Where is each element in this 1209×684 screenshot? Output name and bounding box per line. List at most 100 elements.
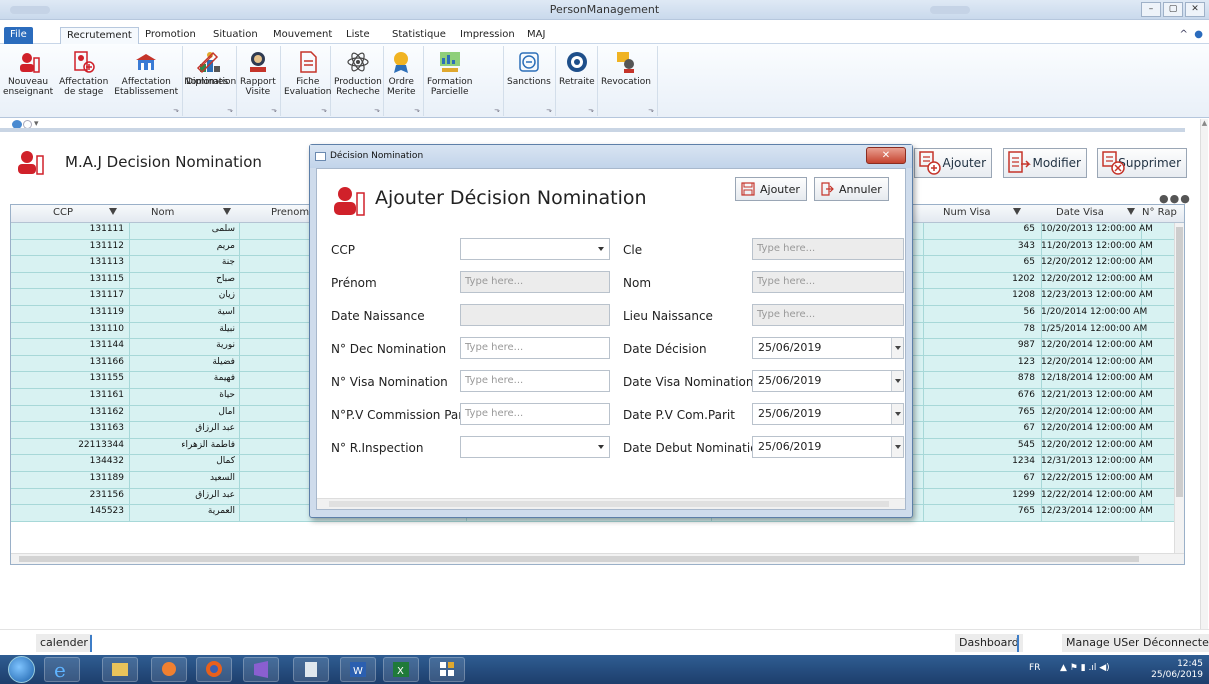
affectation-stage-button[interactable]: Affectation de stage (56, 46, 111, 116)
tray-icons[interactable]: ▲ ⚑ ▮ .ıl ◀) (1060, 663, 1110, 673)
column-header-ccp[interactable]: CCP (53, 207, 73, 218)
grid-vertical-scrollbar[interactable] (1174, 223, 1184, 555)
word-icon[interactable]: W (340, 657, 376, 682)
start-button[interactable] (8, 656, 35, 683)
group-launcher-icon[interactable]: ⬎ (648, 106, 654, 114)
ribbon-collapse-icon[interactable]: ^ ● (1180, 29, 1203, 40)
visual-studio-icon[interactable] (243, 657, 279, 682)
column-separator (239, 272, 240, 289)
scrollbar-thumb[interactable] (1176, 227, 1183, 497)
filter-icon[interactable] (109, 208, 117, 215)
lieu-naissance-field[interactable]: Type here... (752, 304, 904, 326)
diplomes-button[interactable]: Diplomes (183, 46, 231, 116)
add-button[interactable]: Ajouter (914, 148, 992, 178)
nouveau-enseignant-button[interactable]: Nouveau enseignant (0, 46, 56, 116)
dialog-add-button[interactable]: Ajouter (735, 177, 807, 201)
date-decision-picker[interactable]: 25/06/2019 (752, 337, 904, 359)
affectation-etablissement-button[interactable]: Affectation Etablissement (111, 46, 181, 116)
cell-nom: امال (218, 406, 235, 417)
tab-liste[interactable]: Liste (340, 27, 376, 44)
cell-num-visa: 56 (1023, 307, 1035, 317)
calendar-dropdown-icon[interactable] (891, 338, 903, 358)
filter-icon[interactable] (223, 208, 231, 215)
scrollbar-thumb[interactable] (19, 556, 1139, 562)
ribbon-label: Nouveau (8, 77, 49, 87)
ccp-combobox[interactable] (460, 238, 610, 260)
cle-field[interactable]: Type here... (752, 238, 904, 260)
ribbon: Nouveau enseignant Affectation de stage … (0, 44, 1209, 118)
close-button[interactable]: ✕ (1185, 2, 1205, 17)
column-separator (239, 405, 240, 422)
column-separator (129, 272, 130, 289)
n-dec-nomination-field[interactable]: Type here... (460, 337, 610, 359)
n-visa-nomination-field[interactable]: Type here... (460, 370, 610, 392)
column-header-n-rap[interactable]: N° Rap (1142, 207, 1177, 218)
media-player-icon[interactable] (151, 657, 187, 682)
group-launcher-icon[interactable]: ⬎ (173, 106, 179, 114)
nom-field[interactable]: Type here... (752, 271, 904, 293)
help-icon[interactable]: ● (1194, 29, 1203, 40)
delete-button[interactable]: Supprimer (1097, 148, 1187, 178)
calendar-dropdown-icon[interactable] (891, 371, 903, 391)
revocation-button[interactable]: Revocation (598, 46, 654, 116)
dialog-cancel-button[interactable]: Annuler (814, 177, 889, 201)
document-app-icon[interactable] (293, 657, 329, 682)
tab-statistique[interactable]: Statistique (386, 27, 452, 44)
page-user-icon (12, 148, 48, 176)
calendar-dropdown-icon[interactable] (891, 437, 903, 457)
column-header-prenom[interactable]: Prenom (271, 207, 309, 218)
label-date-decision: Date Décision (623, 342, 707, 356)
tab-promotion[interactable]: Promotion (139, 27, 202, 44)
calendar-dropdown-icon[interactable] (891, 404, 903, 424)
column-separator (129, 438, 130, 455)
column-header-date-visa[interactable]: Date Visa (1056, 207, 1104, 218)
date-debut-nomination-picker[interactable]: 25/06/2019 (752, 436, 904, 458)
app-tiles-icon[interactable] (429, 657, 465, 682)
tab-situation[interactable]: Situation (207, 27, 264, 44)
prenom-field[interactable]: Type here... (460, 271, 610, 293)
tab-file[interactable]: File (4, 27, 33, 44)
edit-button[interactable]: Modifier (1003, 148, 1087, 178)
group-launcher-icon[interactable]: ⬎ (271, 106, 277, 114)
explorer-icon[interactable] (102, 657, 138, 682)
cell-nom: حياة (219, 390, 235, 400)
minimize-button[interactable]: – (1141, 2, 1161, 17)
group-launcher-icon[interactable]: ⬎ (321, 106, 327, 114)
scrollbar-thumb[interactable] (329, 501, 889, 507)
dashboard-button[interactable]: Dashboard (955, 634, 1023, 652)
group-launcher-icon[interactable]: ⬎ (374, 106, 380, 114)
column-header-num-visa[interactable]: Num Visa (943, 207, 990, 218)
ie-icon[interactable]: e (44, 657, 80, 682)
dialog-horizontal-scrollbar[interactable] (317, 498, 905, 509)
group-launcher-icon[interactable]: ⬎ (546, 106, 552, 114)
n-pv-commission-field[interactable]: Type here... (460, 403, 610, 425)
n-r-inspection-combobox[interactable] (460, 436, 610, 458)
date-pv-com-parit-picker[interactable]: 25/06/2019 (752, 403, 904, 425)
group-launcher-icon[interactable]: ⬎ (414, 106, 420, 114)
logout-button[interactable]: Déconnecter (1139, 634, 1209, 652)
formation-parcielle-button[interactable]: Formation Parcielle (424, 46, 475, 116)
tab-maj[interactable]: MAJ (521, 27, 551, 44)
group-launcher-icon[interactable]: ⬎ (588, 106, 594, 114)
filter-icon[interactable] (1127, 208, 1135, 215)
dialog-close-button[interactable]: ✕ (866, 147, 906, 164)
date-visa-nomination-picker[interactable]: 25/06/2019 (752, 370, 904, 392)
language-indicator[interactable]: FR (1029, 663, 1040, 673)
date-naissance-field[interactable] (460, 304, 610, 326)
group-launcher-icon[interactable]: ⬎ (227, 106, 233, 114)
calendar-button[interactable]: calender (36, 634, 92, 652)
label-date-naissance: Date Naissance (331, 309, 425, 323)
tab-recrutement[interactable]: Recrutement (60, 27, 139, 44)
excel-icon[interactable]: X (383, 657, 419, 682)
grid-horizontal-scrollbar[interactable] (11, 553, 1184, 564)
clock[interactable]: 12:45 25/06/2019 (1151, 659, 1203, 681)
manage-users-button[interactable]: Manage USers (1062, 634, 1150, 652)
tab-mouvement[interactable]: Mouvement (267, 27, 338, 44)
main-vertical-scrollbar[interactable]: ▲ (1200, 119, 1208, 629)
column-header-nom[interactable]: Nom (151, 207, 174, 218)
group-launcher-icon[interactable]: ⬎ (494, 106, 500, 114)
tab-impression[interactable]: Impression (454, 27, 521, 44)
firefox-icon[interactable] (196, 657, 232, 682)
maximize-button[interactable]: ▢ (1163, 2, 1183, 17)
filter-icon[interactable] (1013, 208, 1021, 215)
